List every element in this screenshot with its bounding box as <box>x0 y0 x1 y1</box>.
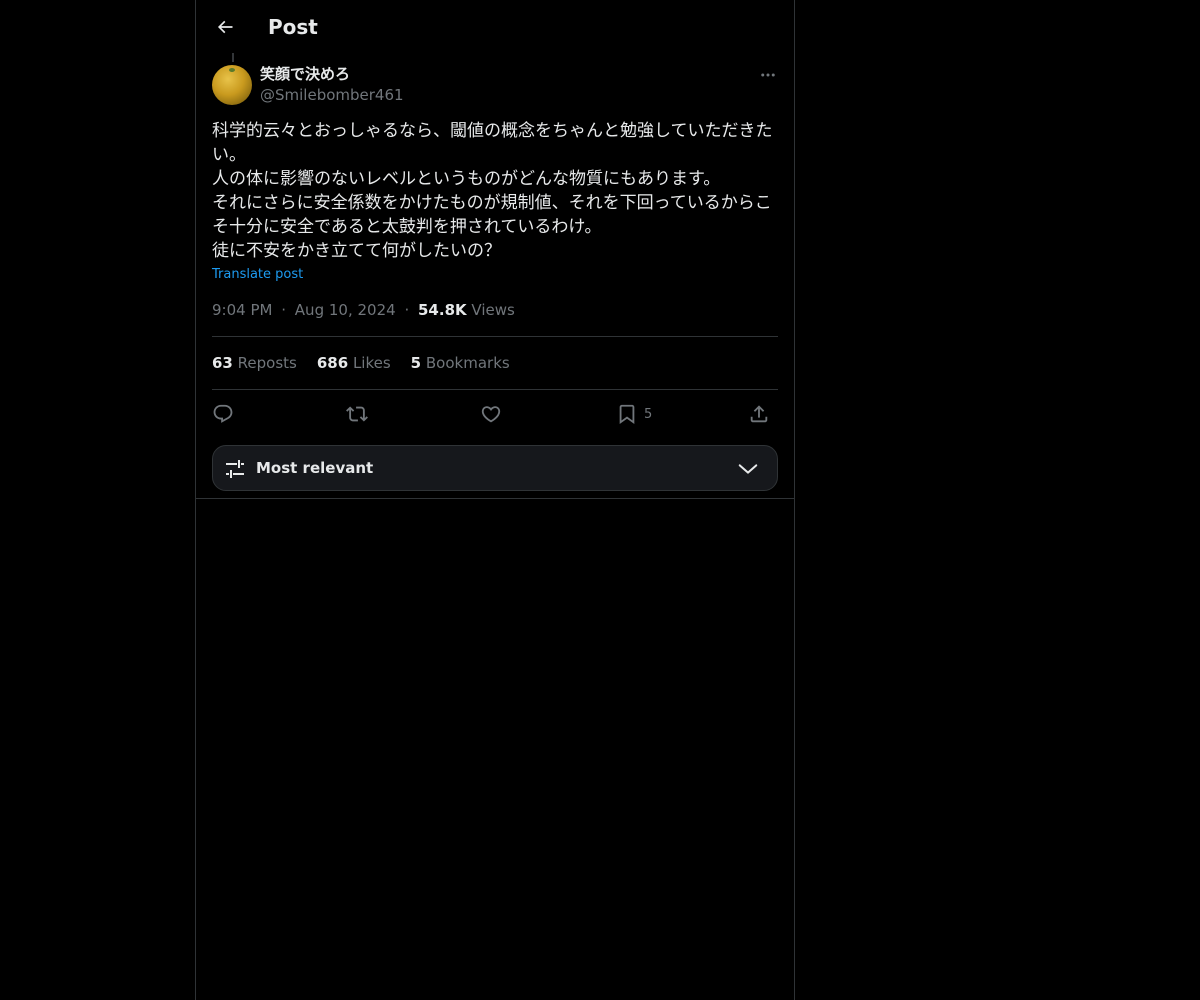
views-count: 54.8K <box>418 301 467 319</box>
bookmarks-count: 5 <box>410 354 422 372</box>
engagement-stats: 63 Reposts 686 Likes 5 Bookmarks <box>212 353 510 373</box>
bookmarks-stat[interactable]: 5 Bookmarks <box>411 353 510 373</box>
bookmarks-label: Bookmarks <box>425 354 510 372</box>
bookmark-button[interactable]: 5 <box>616 400 652 428</box>
share-icon <box>750 405 768 423</box>
divider <box>212 389 778 390</box>
share-button[interactable] <box>748 400 770 428</box>
avatar[interactable] <box>212 65 252 105</box>
section-divider <box>196 498 794 499</box>
post-date[interactable]: Aug 10, 2024 <box>295 301 396 319</box>
repost-icon <box>346 406 368 422</box>
sort-label: Most relevant <box>256 459 374 477</box>
sort-replies-dropdown[interactable]: Most relevant <box>212 445 778 491</box>
views-label: Views <box>471 301 515 319</box>
like-button[interactable] <box>480 400 502 428</box>
sliders-icon <box>226 460 244 478</box>
action-bar: 5 <box>212 400 778 428</box>
page-title: Post <box>268 15 318 39</box>
top-bar: Post <box>196 0 794 53</box>
back-button[interactable] <box>208 10 242 44</box>
likes-label: Likes <box>352 354 391 372</box>
author-handle[interactable]: @Smilebomber461 <box>260 85 404 105</box>
arrow-left-icon <box>217 20 233 34</box>
reposts-count: 63 <box>212 354 233 372</box>
meta-separator: · <box>404 301 410 319</box>
author-display-name[interactable]: 笑顔で決めろ <box>260 64 350 84</box>
bookmark-icon <box>619 404 635 425</box>
meta-separator: · <box>281 301 287 319</box>
reposts-label: Reposts <box>237 354 297 372</box>
chevron-down-icon <box>738 464 758 474</box>
translate-post-link[interactable]: Translate post <box>212 266 303 284</box>
reply-button[interactable] <box>212 400 234 428</box>
bookmark-count: 5 <box>644 406 653 422</box>
post-time[interactable]: 9:04 PM <box>212 301 272 319</box>
likes-stat[interactable]: 686 Likes <box>317 353 391 373</box>
more-options-button[interactable] <box>756 65 780 85</box>
avatar-leaf-detail <box>229 68 235 72</box>
reply-icon <box>213 404 233 423</box>
reposts-stat[interactable]: 63 Reposts <box>212 353 297 373</box>
post-detail-column: Post 笑顔で決めろ @Smilebomber461 科学的云々とおっしゃるな… <box>195 0 795 1000</box>
heart-icon <box>481 406 501 423</box>
divider <box>212 336 778 337</box>
thread-connector-line <box>232 53 234 62</box>
repost-button[interactable] <box>346 400 368 428</box>
post-text: 科学的云々とおっしゃるなら、閾値の概念をちゃんと勉強していただきたい。 人の体に… <box>212 121 773 261</box>
post-meta: 9:04 PM · Aug 10, 2024 · 54.8K Views <box>212 300 515 320</box>
more-horizontal-icon <box>761 73 775 77</box>
likes-count: 686 <box>316 354 349 372</box>
